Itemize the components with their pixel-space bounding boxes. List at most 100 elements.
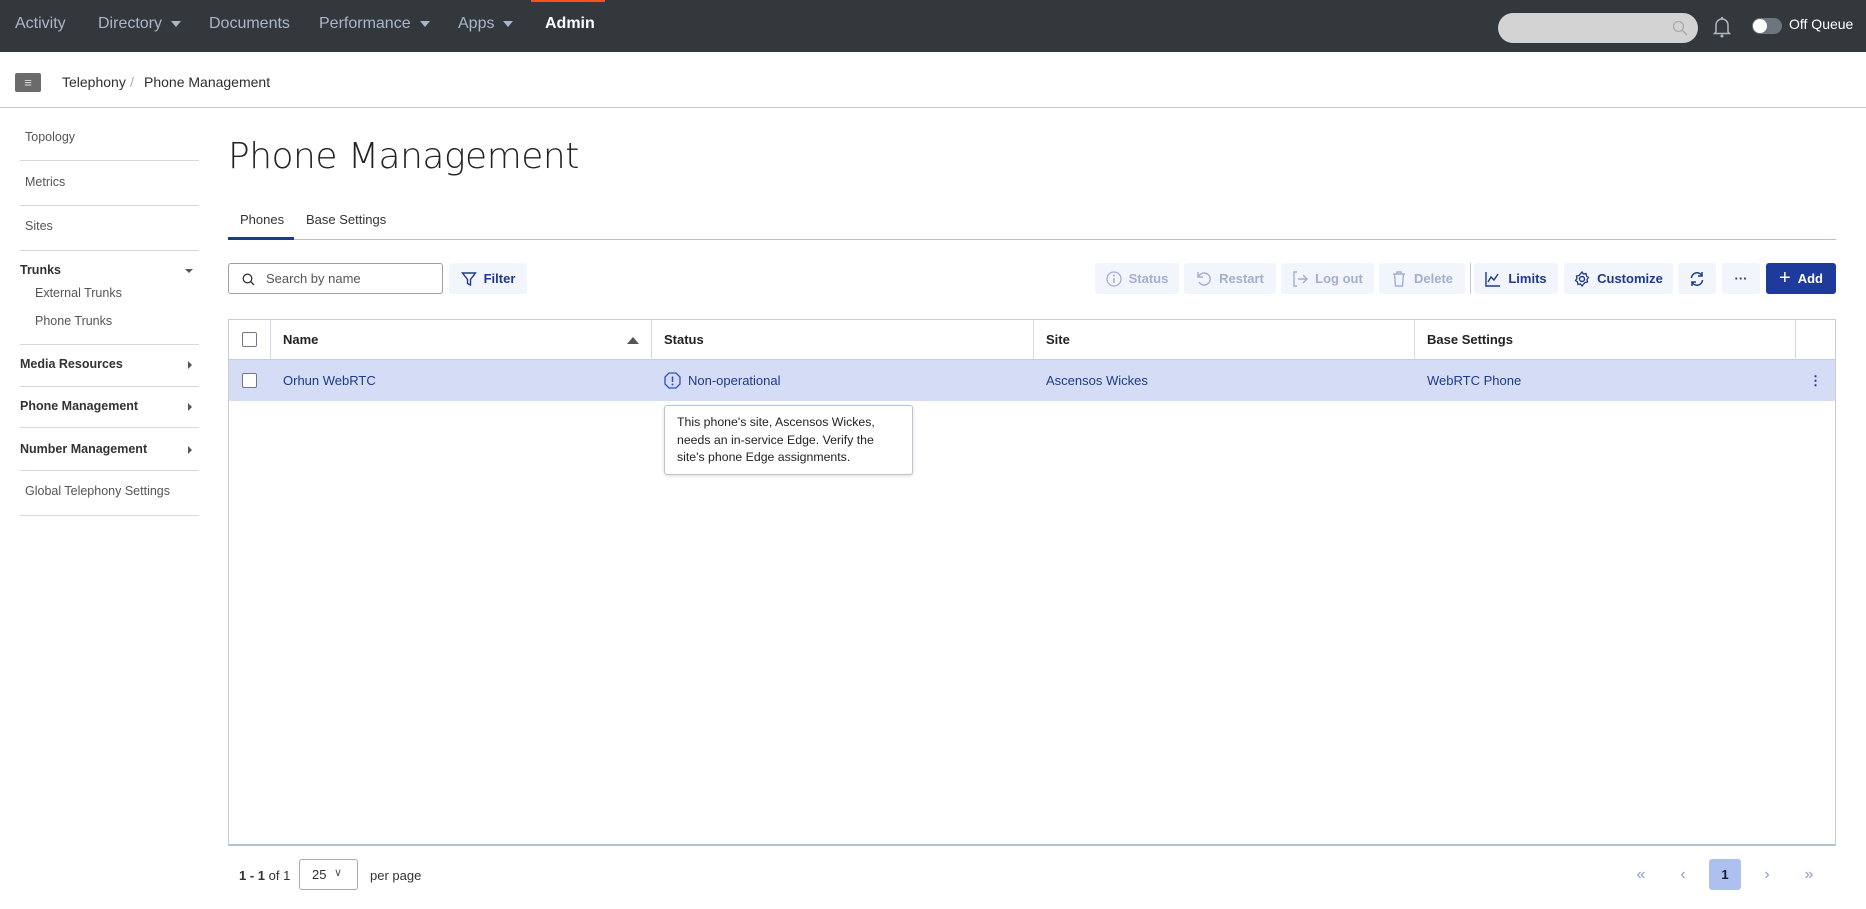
tab-base-settings[interactable]: Base Settings <box>306 212 386 227</box>
current-page-button[interactable]: 1 <box>1709 859 1741 890</box>
divider <box>20 386 199 387</box>
sidebar-item-phone-trunks[interactable]: Phone Trunks <box>35 314 214 328</box>
gear-icon <box>1574 270 1590 287</box>
caret-down-icon <box>171 20 182 27</box>
restart-icon <box>1197 271 1211 286</box>
caret-down-icon <box>419 20 430 27</box>
nav-admin[interactable]: Admin <box>545 15 595 33</box>
queue-toggle[interactable] <box>1752 18 1782 34</box>
first-page-button[interactable]: « <box>1625 859 1657 890</box>
search-icon <box>242 273 255 286</box>
sidebar-item-media-resources[interactable]: Media Resources <box>20 357 199 371</box>
sidebar-item-phone-management[interactable]: Phone Management <box>20 399 199 413</box>
header-label: Site <box>1046 332 1070 347</box>
status-tooltip: This phone's site, Ascensos Wickes, need… <box>664 405 913 475</box>
divider <box>20 470 199 471</box>
tab-divider <box>228 239 1836 240</box>
pagination-summary: 1 - 1 of 1 <box>239 868 290 883</box>
sidebar-item-trunks[interactable]: Trunks <box>20 263 199 277</box>
restart-label: Restart <box>1219 271 1264 286</box>
delete-label: Delete <box>1413 271 1454 286</box>
nav-label: Directory <box>98 15 163 32</box>
sidebar-item-sites[interactable]: Sites <box>25 219 204 233</box>
sidebar-item-topology[interactable]: Topology <box>25 130 204 144</box>
per-page-select[interactable]: 25 ∨ <box>299 859 358 890</box>
nav-performance[interactable]: Performance <box>319 15 430 33</box>
row-kebab-menu-icon[interactable]: ⋮ <box>1796 360 1835 401</box>
divider <box>20 250 199 251</box>
limits-label: Limits <box>1508 271 1547 286</box>
nav-activity[interactable]: Activity <box>15 15 66 33</box>
page-title: Phone Management <box>228 136 579 177</box>
divider <box>20 160 199 161</box>
site-cell: Ascensos Wickes <box>1046 373 1148 388</box>
divider <box>20 344 199 345</box>
status-text: Non-operational <box>688 373 781 388</box>
add-button[interactable]: + Add <box>1766 263 1836 294</box>
sidebar-item-number-management[interactable]: Number Management <box>20 442 199 456</box>
sidebar-item-external-trunks[interactable]: External Trunks <box>35 286 214 300</box>
nav-label: Documents <box>209 15 290 32</box>
log-out-button[interactable]: Log out <box>1281 263 1374 294</box>
restart-button[interactable]: Restart <box>1184 263 1276 294</box>
global-search-input[interactable] <box>1498 13 1698 43</box>
breadcrumb-telephony[interactable]: Telephony <box>62 74 126 90</box>
phone-name-link[interactable]: Orhun WebRTC <box>271 360 376 401</box>
sidebar-item-metrics[interactable]: Metrics <box>25 175 204 189</box>
per-page-label: per page <box>370 868 422 883</box>
chart-line-icon <box>1485 271 1501 287</box>
refresh-button[interactable] <box>1678 263 1716 294</box>
log-out-label: Log out <box>1315 271 1363 286</box>
caret-down-icon <box>503 20 514 27</box>
filter-label: Filter <box>483 271 516 286</box>
header-site[interactable]: Site <box>1034 320 1415 360</box>
log-out-icon <box>1293 270 1309 287</box>
search-placeholder: Search by name <box>266 271 361 286</box>
limits-button[interactable]: Limits <box>1474 263 1558 294</box>
divider <box>20 515 199 516</box>
phones-table: Name Status Site Base Settings Orhun Web… <box>228 319 1836 846</box>
nav-label: Admin <box>545 15 595 32</box>
info-icon <box>1105 270 1122 287</box>
select-all-checkbox[interactable] <box>242 332 257 347</box>
previous-page-button[interactable]: ‹ <box>1667 859 1699 890</box>
add-label: Add <box>1797 271 1823 286</box>
status-cell[interactable]: Non-operational <box>652 360 781 401</box>
header-base-settings[interactable]: Base Settings <box>1415 320 1796 360</box>
nav-label: Apps <box>458 15 495 32</box>
header-status[interactable]: Status <box>652 320 1034 360</box>
search-input[interactable]: Search by name <box>228 263 443 294</box>
pagination-range: 1 - 1 <box>239 868 266 883</box>
nav-apps[interactable]: Apps <box>458 15 514 33</box>
customize-button[interactable]: Customize <box>1564 263 1673 294</box>
plus-icon: + <box>1779 267 1791 289</box>
status-button[interactable]: Status <box>1095 263 1179 294</box>
delete-button[interactable]: Delete <box>1379 263 1465 294</box>
sidebar-toggle-button[interactable]: ≡ <box>15 73 41 92</box>
header-name[interactable]: Name <box>271 320 652 360</box>
refresh-icon <box>1690 271 1704 286</box>
caret-right-icon <box>188 403 192 411</box>
header-label: Base Settings <box>1427 332 1513 347</box>
pagination-total: of 1 <box>268 868 291 883</box>
bell-icon[interactable] <box>1713 16 1731 38</box>
base-settings-cell: WebRTC Phone <box>1427 373 1522 388</box>
table-row[interactable]: Orhun WebRTC Non-operational Ascensos Wi… <box>229 360 1835 401</box>
chevron-down-icon: ∨ <box>334 867 343 879</box>
header-label: Name <box>283 332 319 347</box>
sidebar-item-global-telephony-settings[interactable]: Global Telephony Settings <box>25 484 204 498</box>
nav-directory[interactable]: Directory <box>98 15 182 33</box>
queue-status-label: Off Queue <box>1789 16 1854 32</box>
more-actions-button[interactable]: ··· <box>1722 263 1760 294</box>
sort-ascending-icon <box>627 337 639 344</box>
header-actions <box>1796 320 1835 360</box>
tab-phones[interactable]: Phones <box>240 212 284 227</box>
nav-label: Activity <box>15 15 66 32</box>
search-icon <box>1672 20 1688 36</box>
next-page-button[interactable]: › <box>1751 859 1783 890</box>
row-checkbox[interactable] <box>242 373 257 388</box>
filter-button[interactable]: Filter <box>449 263 527 294</box>
last-page-button[interactable]: » <box>1793 859 1825 890</box>
nav-documents[interactable]: Documents <box>209 15 290 33</box>
caret-down-icon <box>185 269 193 273</box>
